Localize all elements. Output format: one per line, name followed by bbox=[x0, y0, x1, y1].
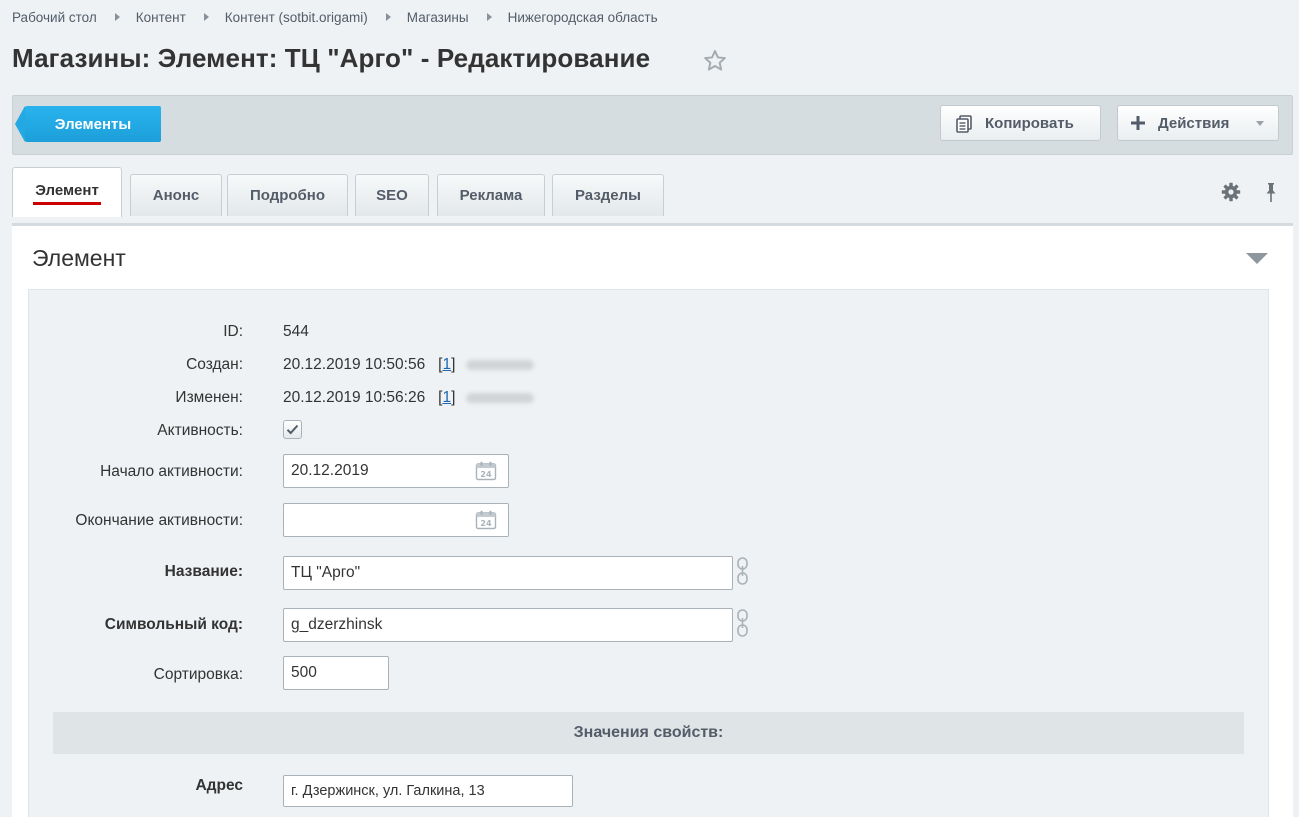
copy-button-label: Копировать bbox=[985, 114, 1074, 132]
modified-user-link[interactable]: 1 bbox=[442, 389, 451, 406]
active-label: Активность: bbox=[157, 422, 243, 439]
breadcrumb-item[interactable]: Магазины bbox=[407, 10, 469, 25]
created-user-name-redacted bbox=[465, 359, 534, 370]
name-label: Название: bbox=[164, 563, 243, 580]
tab-preview[interactable]: Анонс bbox=[130, 174, 222, 216]
actions-button[interactable]: Действия bbox=[1117, 105, 1279, 141]
link-chain-icon[interactable] bbox=[735, 608, 751, 638]
copy-button[interactable]: Копировать bbox=[940, 105, 1101, 141]
modified-user-name-redacted bbox=[465, 392, 534, 403]
copy-icon bbox=[956, 115, 972, 133]
star-icon[interactable] bbox=[702, 48, 728, 74]
id-value: 544 bbox=[283, 323, 309, 340]
tab-label: Элемент bbox=[33, 182, 101, 205]
calendar-icon[interactable]: 24 bbox=[475, 510, 497, 530]
tab-element[interactable]: Элемент bbox=[12, 167, 122, 217]
breadcrumb-item[interactable]: Рабочий стол bbox=[12, 10, 97, 25]
modified-value: 20.12.2019 10:56:26 [1] bbox=[283, 389, 534, 407]
svg-text:24: 24 bbox=[480, 470, 492, 479]
pin-icon[interactable] bbox=[1262, 181, 1280, 203]
tab-seo[interactable]: SEO bbox=[355, 174, 429, 216]
gear-icon[interactable] bbox=[1221, 182, 1241, 202]
active-checkbox[interactable] bbox=[283, 420, 302, 439]
breadcrumb-separator-icon bbox=[203, 13, 209, 21]
breadcrumb-separator-icon bbox=[486, 13, 492, 21]
check-icon bbox=[286, 424, 299, 435]
link-chain-icon[interactable] bbox=[735, 556, 751, 586]
breadcrumb-item[interactable]: Контент (sotbit.origami) bbox=[225, 10, 368, 25]
tab-advertising[interactable]: Реклама bbox=[437, 174, 545, 216]
sort-label: Сортировка: bbox=[153, 666, 243, 683]
panel-title: Элемент bbox=[32, 245, 126, 271]
breadcrumb-item[interactable]: Нижегородская область bbox=[508, 10, 658, 25]
svg-text:24: 24 bbox=[480, 519, 492, 528]
form-area: ID: 544 Создан: 20.12.2019 10:50:56 [1] … bbox=[28, 289, 1269, 817]
element-panel: Элемент ID: 544 Создан: 20.12.2019 10:50… bbox=[12, 223, 1293, 817]
active-from-label: Начало активности: bbox=[100, 463, 243, 480]
breadcrumb: Рабочий стол Контент Контент (sotbit.ori… bbox=[12, 9, 658, 25]
code-label: Символьный код: bbox=[104, 616, 243, 633]
modified-datetime: 20.12.2019 10:56:26 bbox=[283, 389, 426, 406]
breadcrumb-separator-icon bbox=[385, 13, 391, 21]
page-title: Магазины: Элемент: ТЦ "Арго" - Редактиро… bbox=[12, 43, 651, 73]
breadcrumb-item[interactable]: Контент bbox=[136, 10, 186, 25]
modified-user-bracket: ] bbox=[451, 389, 456, 406]
created-datetime: 20.12.2019 10:50:56 bbox=[283, 356, 426, 373]
name-input[interactable]: ТЦ "Арго" bbox=[283, 556, 733, 590]
chevron-down-icon bbox=[1256, 121, 1264, 126]
id-label: ID: bbox=[223, 323, 243, 340]
actions-button-label: Действия bbox=[1158, 114, 1230, 132]
created-user-link[interactable]: 1 bbox=[442, 356, 451, 373]
created-user-bracket: ] bbox=[451, 356, 456, 373]
address-input[interactable]: г. Дзержинск, ул. Галкина, 13 bbox=[283, 775, 573, 807]
properties-header: Значения свойств: bbox=[53, 712, 1244, 754]
plus-icon bbox=[1131, 116, 1145, 130]
tab-detail[interactable]: Подробно bbox=[227, 174, 348, 216]
code-input[interactable]: g_dzerzhinsk bbox=[283, 608, 733, 642]
toolbar: Элементы Копировать Действия bbox=[12, 95, 1293, 155]
tab-sections[interactable]: Разделы bbox=[552, 174, 664, 216]
modified-label: Изменен: bbox=[175, 389, 243, 406]
sort-input[interactable]: 500 bbox=[283, 656, 389, 690]
collapse-icon[interactable] bbox=[1246, 253, 1268, 264]
calendar-icon[interactable]: 24 bbox=[475, 461, 497, 481]
created-label: Создан: bbox=[186, 356, 243, 373]
elements-back-button[interactable]: Элементы bbox=[15, 106, 161, 142]
address-label: Адрес bbox=[195, 777, 243, 794]
created-value: 20.12.2019 10:50:56 [1] bbox=[283, 356, 534, 374]
active-to-label: Окончание активности: bbox=[75, 512, 243, 529]
breadcrumb-separator-icon bbox=[114, 13, 120, 21]
